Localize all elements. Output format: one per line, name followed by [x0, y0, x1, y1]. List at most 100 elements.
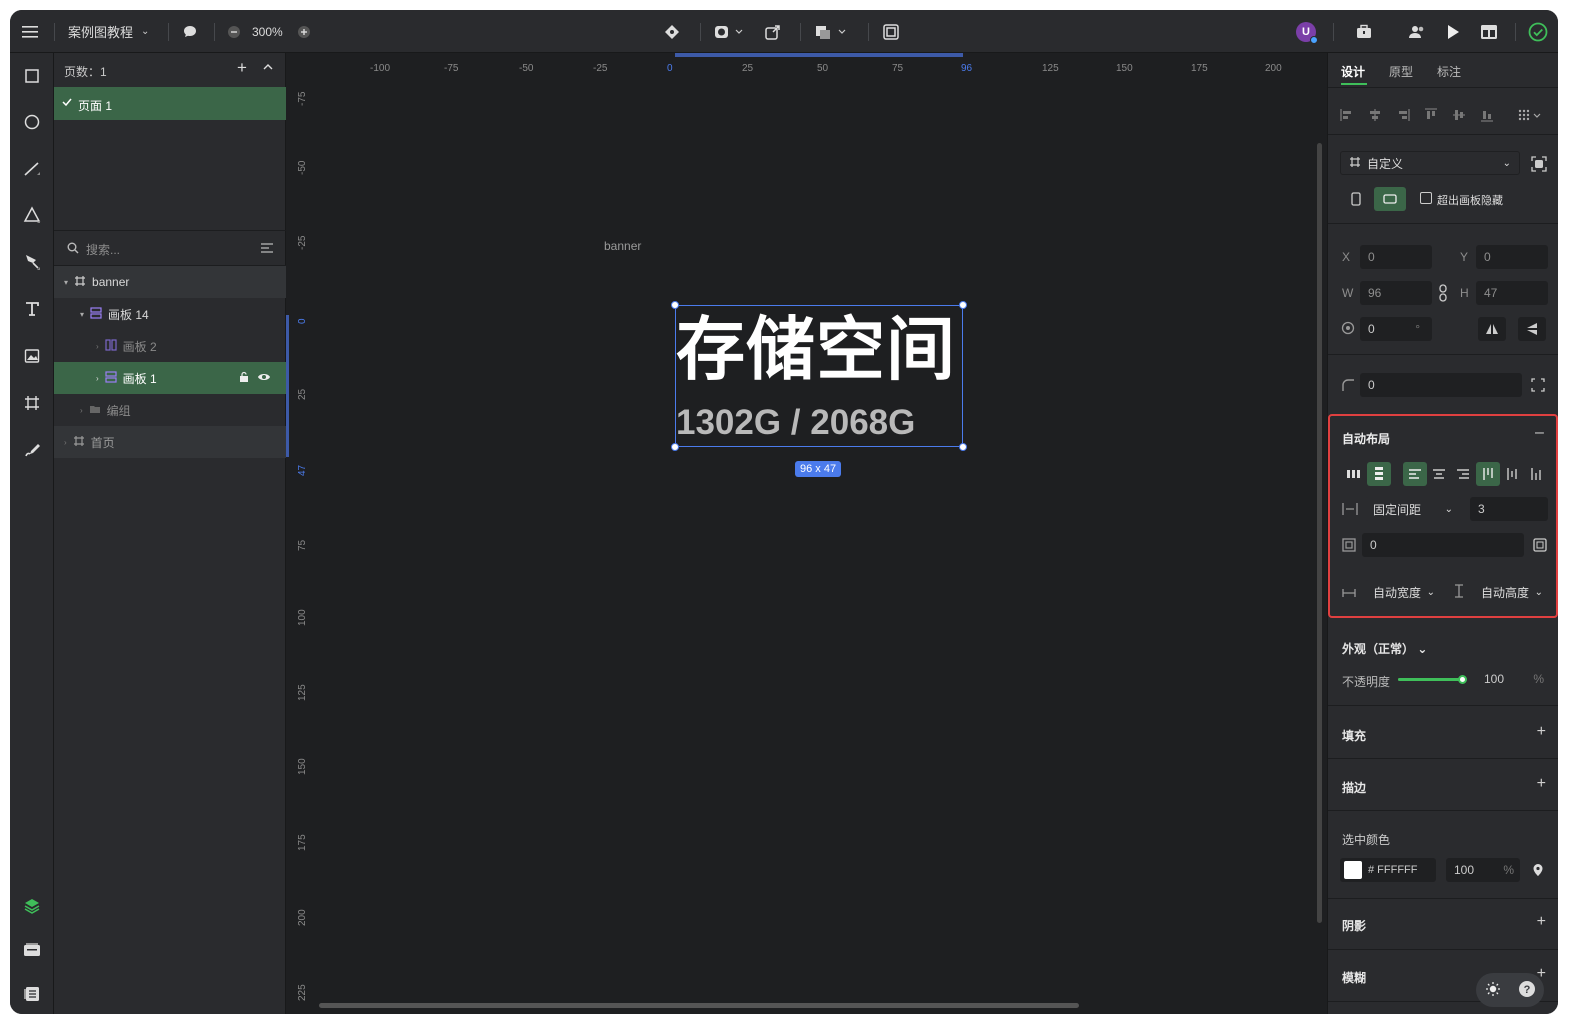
menu-icon[interactable] — [22, 10, 40, 53]
mask-icon[interactable] — [714, 10, 744, 53]
color-swatch[interactable] — [1344, 861, 1362, 879]
tab-prototype[interactable]: 原型 — [1389, 63, 1413, 80]
expand-caret-icon[interactable]: ▾ — [80, 310, 84, 319]
boolean-icon[interactable] — [815, 10, 849, 53]
layer-row-home[interactable]: › 首页 — [54, 426, 286, 458]
zoom-in-icon[interactable] — [297, 10, 311, 53]
spacing-input[interactable]: 3 — [1470, 497, 1548, 521]
resize-handle[interactable] — [671, 443, 679, 451]
expand-caret-icon[interactable]: › — [96, 374, 99, 383]
x-input[interactable]: 0 — [1360, 245, 1432, 269]
component-icon[interactable] — [664, 10, 680, 53]
frame-preset-select[interactable]: 自定义 ⌄ — [1340, 151, 1520, 175]
distribute-menu-icon[interactable] — [1518, 108, 1544, 125]
line-tool-icon[interactable] — [18, 155, 46, 183]
align-left-icon[interactable] — [1340, 108, 1354, 125]
resize-handle[interactable] — [959, 443, 967, 451]
title-text[interactable]: 存储空间 — [676, 310, 956, 390]
design-canvas[interactable]: -100 -75 -50 -25 0 25 50 75 96 125 150 175 200 -75 -5… — [286, 53, 1327, 1014]
opacity-input[interactable]: 100 % — [1476, 667, 1548, 691]
layer-search[interactable]: 搜索... — [54, 231, 286, 265]
collapse-pages-icon[interactable] — [262, 61, 274, 76]
align-right-icon[interactable] — [1396, 108, 1410, 125]
vertical-scrollbar[interactable] — [1317, 143, 1322, 923]
zoom-level[interactable]: 300% — [252, 10, 283, 53]
triangle-tool-icon[interactable] — [18, 201, 46, 229]
color-hex-field[interactable]: # FFFFFF — [1340, 858, 1436, 882]
layer-row-group[interactable]: › 编组 — [54, 394, 286, 426]
subtitle-text[interactable]: 1302G / 2068G — [676, 402, 915, 444]
expand-caret-icon[interactable]: › — [96, 342, 99, 351]
fit-frame-icon[interactable] — [1531, 156, 1547, 175]
page-item[interactable]: 页面 1 — [54, 87, 286, 120]
width-input[interactable]: 96 — [1360, 281, 1432, 305]
flip-vertical-icon[interactable] — [1518, 317, 1546, 341]
image-tool-icon[interactable] — [18, 342, 46, 370]
remove-auto-layout-icon[interactable]: – — [1535, 424, 1544, 442]
appearance-title[interactable]: 外观（正常） ⌄ — [1342, 640, 1427, 657]
direction-horizontal-icon[interactable] — [1342, 462, 1366, 486]
independent-padding-icon[interactable] — [1533, 538, 1547, 555]
padding-input[interactable]: 0 — [1362, 533, 1524, 557]
add-page-icon[interactable]: + — [237, 58, 247, 78]
opacity-slider[interactable] — [1398, 675, 1467, 684]
align-top-icon[interactable] — [1424, 108, 1438, 125]
spacing-mode-select[interactable]: 固定间距 ⌄ — [1365, 497, 1461, 521]
clip-content-checkbox[interactable] — [1420, 192, 1432, 204]
zoom-out-icon[interactable] — [227, 10, 241, 53]
layer-row-artboard-14[interactable]: ▾ 画板 14 — [54, 298, 286, 330]
text-tool-icon[interactable] — [18, 295, 46, 323]
help-icon[interactable]: ? — [1518, 980, 1536, 1001]
frame-label[interactable]: banner — [604, 239, 641, 253]
artboard-tool-icon[interactable] — [18, 389, 46, 417]
expand-caret-icon[interactable]: › — [80, 406, 83, 415]
y-input[interactable]: 0 — [1476, 245, 1548, 269]
lock-icon[interactable] — [238, 371, 250, 386]
align-vcenter-icon[interactable] — [1452, 108, 1466, 125]
play-icon[interactable] — [1446, 10, 1460, 53]
visibility-eye-icon[interactable] — [257, 371, 271, 386]
layer-row-banner[interactable]: ▾ banner — [54, 266, 286, 298]
direction-vertical-icon[interactable] — [1367, 462, 1391, 486]
align-middle-icon[interactable] — [1500, 462, 1524, 486]
pen-tool-icon[interactable] — [18, 248, 46, 276]
add-shadow-icon[interactable]: + — [1537, 913, 1546, 931]
align-top-icon[interactable] — [1476, 462, 1500, 486]
detach-icon[interactable] — [765, 10, 781, 53]
locate-pin-icon[interactable] — [1532, 863, 1544, 880]
plugin-icon[interactable] — [1355, 10, 1373, 53]
constrain-proportions-icon[interactable] — [1438, 284, 1448, 305]
layer-row-artboard-2[interactable]: › 画板 2 — [54, 330, 286, 362]
search-input[interactable]: 搜索... — [86, 241, 120, 258]
layout-icon[interactable] — [1480, 10, 1498, 53]
assets-icon[interactable] — [18, 936, 46, 964]
landscape-icon[interactable] — [1374, 187, 1406, 211]
ellipse-tool-icon[interactable] — [18, 108, 46, 136]
align-center-icon[interactable] — [1427, 462, 1451, 486]
align-bottom-icon[interactable] — [1524, 462, 1548, 486]
align-right-icon[interactable] — [1451, 462, 1475, 486]
align-bottom-icon[interactable] — [1480, 108, 1494, 125]
width-mode-select[interactable]: 自动宽度 ⌄ — [1365, 580, 1441, 604]
frame-tool-icon[interactable] — [882, 10, 900, 53]
independent-corners-icon[interactable] — [1531, 378, 1545, 395]
filter-icon[interactable] — [260, 242, 274, 257]
library-icon[interactable] — [18, 980, 46, 1008]
corner-radius-input[interactable]: 0 — [1360, 373, 1522, 397]
expand-caret-icon[interactable]: › — [64, 438, 67, 447]
rectangle-tool-icon[interactable] — [18, 62, 46, 90]
theme-sun-icon[interactable] — [1485, 981, 1501, 1000]
avatar[interactable]: U — [1296, 10, 1318, 53]
rotation-input[interactable]: 0 ° — [1360, 317, 1432, 341]
tab-design[interactable]: 设计 — [1341, 63, 1365, 80]
align-left-icon[interactable] — [1403, 462, 1427, 486]
comment-icon[interactable] — [182, 10, 198, 53]
layers-icon[interactable] — [18, 892, 46, 920]
align-hcenter-icon[interactable] — [1368, 108, 1382, 125]
color-alpha-field[interactable]: 100 % — [1446, 858, 1520, 882]
layer-row-artboard-1[interactable]: › 画板 1 — [54, 362, 286, 394]
resize-handle[interactable] — [671, 301, 679, 309]
height-mode-select[interactable]: 自动高度 ⌄ — [1473, 580, 1549, 604]
project-name-dropdown[interactable]: 案例图教程 ⌄ — [68, 10, 149, 53]
selected-artboard[interactable]: 存储空间 1302G / 2068G — [671, 301, 967, 451]
